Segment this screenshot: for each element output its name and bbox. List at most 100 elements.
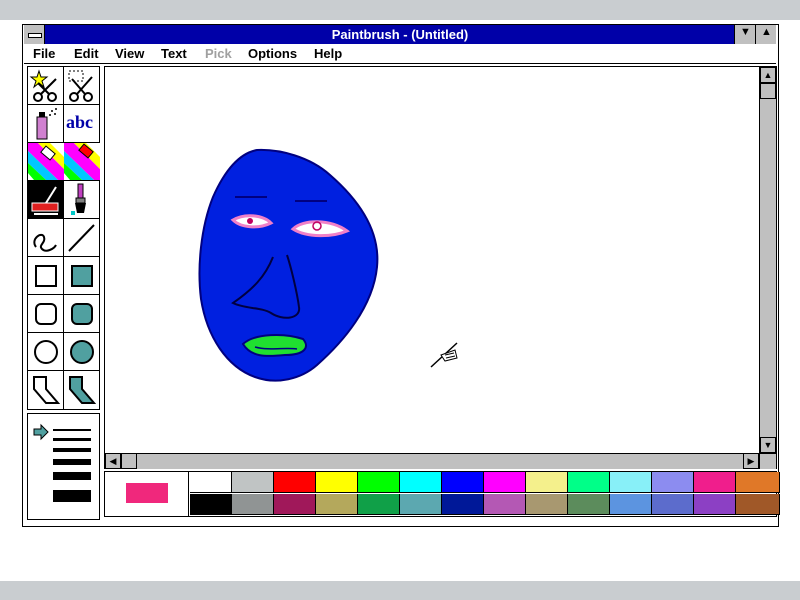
tool-polygon[interactable]: [28, 371, 64, 409]
tool-airbrush[interactable]: [28, 105, 64, 143]
palette-swatch[interactable]: [358, 494, 400, 515]
airbrush-cursor-icon: [430, 342, 458, 368]
tool-line[interactable]: [64, 219, 100, 257]
palette-swatch[interactable]: [232, 472, 274, 493]
maximize-button-full[interactable]: ▲: [755, 25, 776, 44]
palette-swatch[interactable]: [610, 472, 652, 493]
line-width-5[interactable]: [53, 472, 91, 480]
palette-swatch[interactable]: [694, 494, 736, 515]
menu-view[interactable]: View: [115, 45, 144, 63]
palette-swatch[interactable]: [484, 472, 526, 493]
menu-file[interactable]: File: [33, 45, 55, 63]
palette-swatch[interactable]: [526, 472, 568, 493]
menu-help[interactable]: Help: [314, 45, 342, 63]
airbrush-icon: [36, 108, 57, 140]
line-width-2[interactable]: [53, 438, 91, 441]
star-scissors-icon: [29, 69, 57, 102]
maximize-glyph: ▲: [761, 26, 772, 38]
palette-swatch[interactable]: [190, 472, 232, 493]
tool-scissors-star[interactable]: [28, 67, 64, 105]
scroll-corner: [759, 453, 776, 469]
line-width-6[interactable]: [53, 490, 91, 502]
menu-text-label: Text: [161, 46, 187, 61]
pick-scissors-icon: [68, 70, 93, 102]
menu-options[interactable]: Options: [248, 45, 297, 63]
palette-swatch[interactable]: [568, 472, 610, 493]
palette-swatch[interactable]: [274, 494, 316, 515]
palette-swatch[interactable]: [442, 494, 484, 515]
tool-filled-polygon[interactable]: [64, 371, 100, 409]
palette-swatch[interactable]: [736, 472, 780, 493]
palette-swatch[interactable]: [316, 494, 358, 515]
tool-circle[interactable]: [28, 333, 64, 371]
window-title: Paintbrush - (Untitled): [331, 27, 469, 42]
filled-polygon-icon: [69, 376, 97, 404]
tool-color-eraser[interactable]: [28, 143, 64, 181]
palette-swatch[interactable]: [652, 472, 694, 493]
box-icon: [35, 265, 57, 287]
tool-box[interactable]: [28, 257, 64, 295]
text-tool-label: abc: [66, 112, 93, 132]
paint-roller-icon: [31, 186, 59, 215]
drawing-canvas[interactable]: [105, 67, 759, 453]
menu-pick-label: Pick: [205, 46, 232, 61]
desktop-strip-bottom: [0, 581, 800, 600]
tool-paint-roller[interactable]: [28, 181, 64, 219]
palette-swatch[interactable]: [652, 494, 694, 515]
line-width-3[interactable]: [53, 448, 91, 452]
palette-swatch[interactable]: [526, 494, 568, 515]
menu-file-label: File: [33, 46, 56, 61]
menu-help-label: Help: [314, 46, 343, 61]
scroll-up-button[interactable]: ▲: [760, 67, 776, 83]
palette-swatch[interactable]: [442, 472, 484, 493]
tool-filled-circle[interactable]: [64, 333, 100, 371]
vertical-scroll-thumb[interactable]: [760, 83, 776, 99]
line-width-selector: [27, 413, 100, 520]
left-pupil: [247, 218, 253, 224]
polygon-icon: [33, 376, 61, 404]
menu-edit-label: Edit: [74, 46, 99, 61]
brush-icon: [71, 183, 86, 215]
vertical-scrollbar[interactable]: ▲ ▼: [759, 67, 776, 453]
menu-edit[interactable]: Edit: [74, 45, 99, 63]
filled-circle-icon: [70, 340, 94, 364]
menu-text[interactable]: Text: [161, 45, 187, 63]
tool-rounded-box[interactable]: [28, 295, 64, 333]
palette-swatch[interactable]: [400, 472, 442, 493]
tool-filled-box[interactable]: [64, 257, 100, 295]
minimize-glyph: ▼: [740, 26, 751, 38]
minimize-button-full[interactable]: ▼: [734, 25, 755, 44]
palette-swatch[interactable]: [358, 472, 400, 493]
tool-brush[interactable]: [64, 181, 100, 219]
tool-eraser[interactable]: [64, 143, 100, 181]
menu-pick[interactable]: Pick: [205, 45, 232, 63]
palette-swatch[interactable]: [610, 494, 652, 515]
palette-swatch[interactable]: [316, 472, 358, 493]
scroll-left-button[interactable]: ◀: [105, 453, 121, 469]
scroll-down-button[interactable]: ▼: [760, 437, 776, 453]
palette-swatch[interactable]: [400, 494, 442, 515]
horizontal-scrollbar[interactable]: ◀ ▶: [105, 453, 759, 469]
line-icon: [68, 224, 95, 252]
palette-swatch[interactable]: [232, 494, 274, 515]
tool-filled-rounded-box[interactable]: [64, 295, 100, 333]
tool-scissors-pick[interactable]: [64, 67, 100, 105]
circle-icon: [34, 340, 58, 364]
palette-swatch[interactable]: [568, 494, 610, 515]
curve-icon: [33, 233, 57, 252]
scroll-right-button[interactable]: ▶: [743, 453, 759, 469]
line-width-1[interactable]: [53, 429, 91, 431]
tool-text[interactable]: abc: [64, 105, 100, 143]
palette-swatch[interactable]: [190, 494, 232, 515]
horizontal-scroll-thumb[interactable]: [121, 453, 137, 469]
palette-swatch[interactable]: [274, 472, 316, 493]
system-menu-button[interactable]: [24, 25, 45, 44]
filled-box-icon: [71, 265, 93, 287]
palette-swatch[interactable]: [694, 472, 736, 493]
toolbox: abc: [27, 66, 100, 410]
palette-swatch[interactable]: [736, 494, 780, 515]
lips: [241, 333, 307, 357]
tool-curve[interactable]: [28, 219, 64, 257]
line-width-4[interactable]: [53, 459, 91, 465]
palette-swatch[interactable]: [484, 494, 526, 515]
